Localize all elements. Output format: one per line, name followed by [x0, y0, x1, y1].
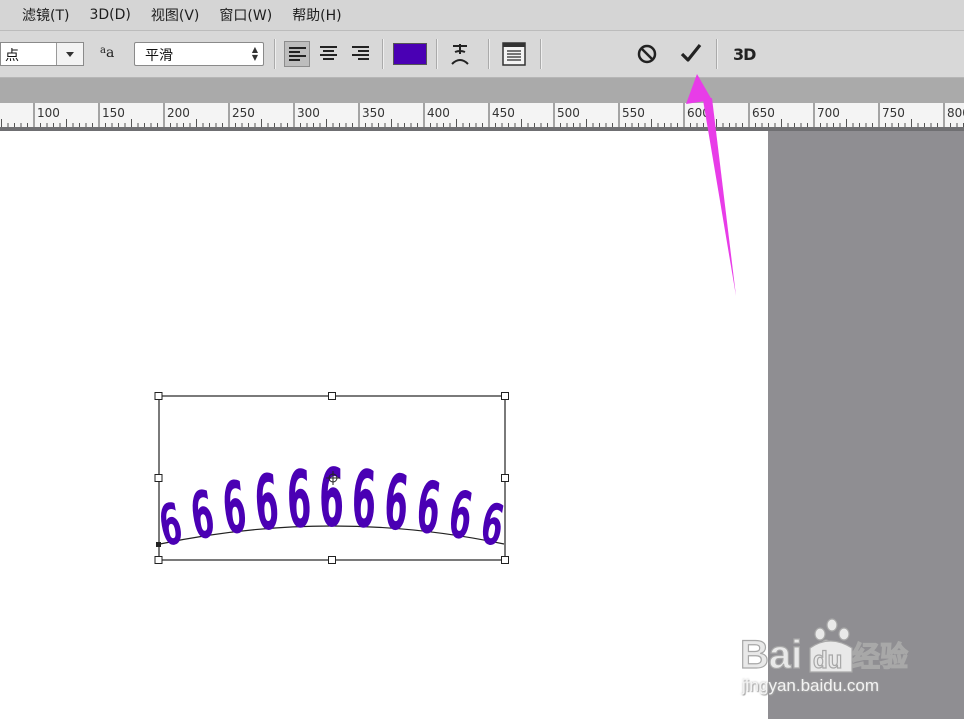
annotation-arrow [686, 74, 736, 296]
baidu-jingyan-watermark-logo: Bai du 经验 [740, 618, 909, 674]
watermark-brand-cn: 经验 [852, 640, 908, 672]
watermark-url: jingyan.baidu.com [742, 676, 880, 695]
arrow-to-commit-icon [686, 74, 736, 296]
watermark-brand-mid: du [813, 647, 842, 674]
watermark-brand-left: Bai [740, 633, 802, 674]
arrow-head [686, 74, 712, 104]
arrow-shaft [703, 98, 736, 296]
